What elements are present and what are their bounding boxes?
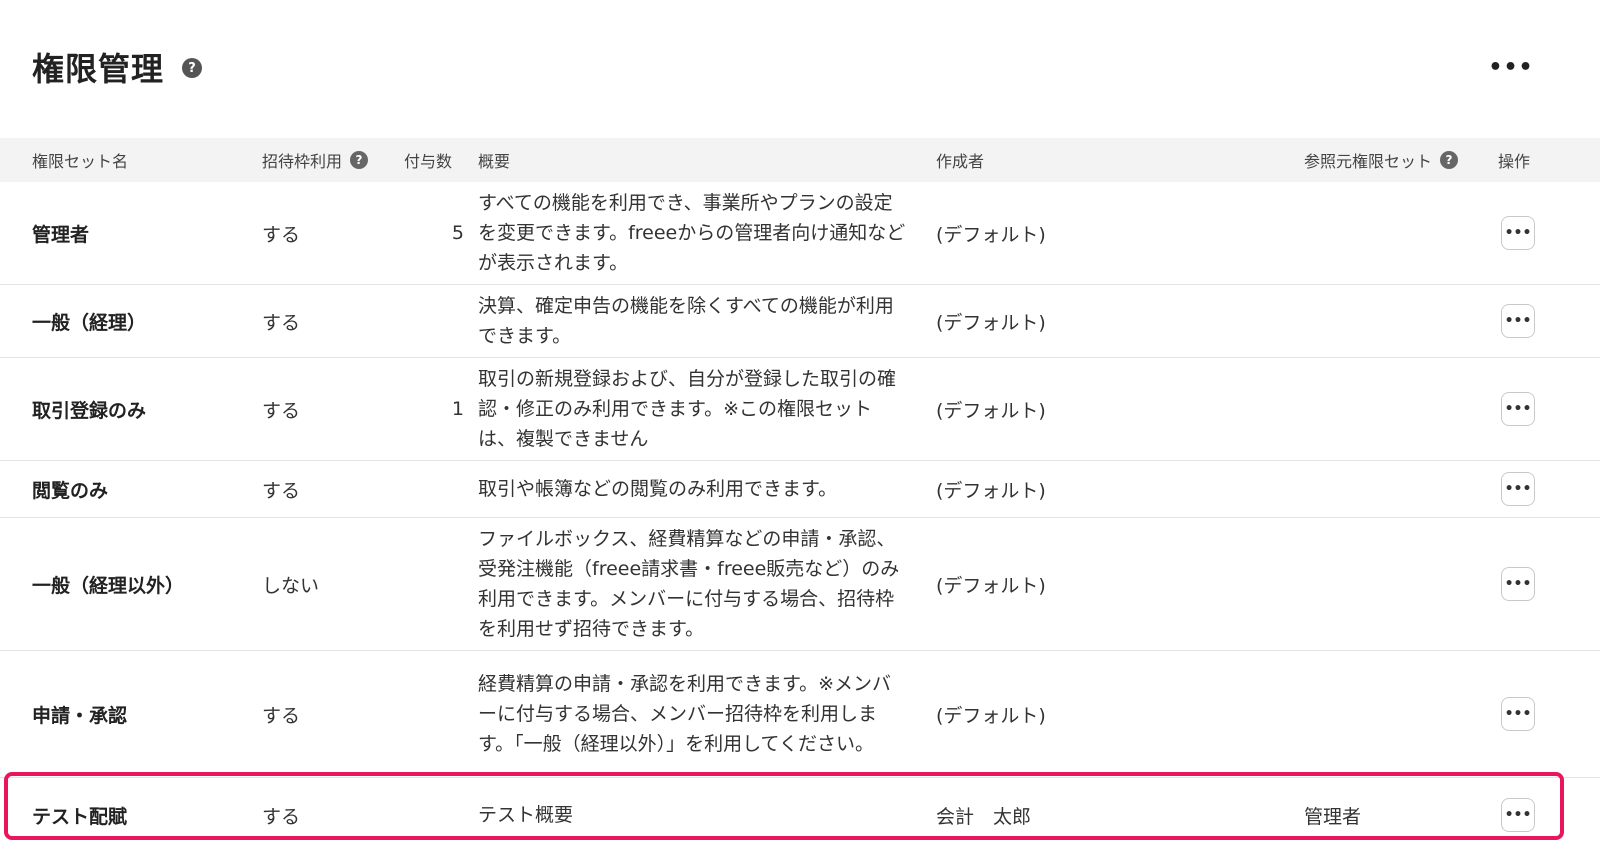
grant-count: 1 bbox=[451, 398, 464, 420]
permission-set-name: 一般（経理） bbox=[32, 311, 147, 334]
author: (デフォルト) bbox=[936, 399, 1046, 422]
grant-count bbox=[400, 461, 464, 517]
row-options-button[interactable]: ••• bbox=[1501, 798, 1535, 832]
table-row: 一般（経理） する 決算、確定申告の機能を除くすべての機能が利用できます。 (デ… bbox=[0, 285, 1600, 358]
page-header: 権限管理 ? ••• bbox=[0, 0, 1600, 140]
help-icon[interactable]: ? bbox=[182, 58, 202, 78]
invite-usage: しない bbox=[262, 574, 320, 597]
grant-count bbox=[400, 285, 464, 357]
permission-set-name: 取引登録のみ bbox=[32, 399, 147, 422]
row-options-button[interactable]: ••• bbox=[1501, 392, 1535, 426]
row-options-button[interactable]: ••• bbox=[1501, 697, 1535, 731]
table-header: 権限セット名 招待枠利用 ? 付与数 概要 作成者 参照元権限セット ? 操作 bbox=[0, 138, 1600, 182]
author: (デフォルト) bbox=[936, 574, 1046, 597]
description: テスト概要 bbox=[478, 804, 574, 826]
operation-cell: ••• bbox=[1500, 778, 1536, 852]
table-row: 申請・承認 する 経費精算の申請・承認を利用できます。※メンバーに付与する場合、… bbox=[0, 651, 1600, 778]
author: 会計 太郎 bbox=[936, 805, 1032, 828]
column-header-reference-label: 参照元権限セット bbox=[1304, 152, 1433, 171]
description: 取引の新規登録および、自分が登録した取引の確認・修正のみ利用できます。※この権限… bbox=[478, 368, 897, 450]
invite-usage: する bbox=[262, 311, 301, 334]
description: 決算、確定申告の機能を除くすべての機能が利用できます。 bbox=[478, 295, 894, 347]
grant-count bbox=[400, 651, 464, 777]
permission-set-name: 閲覧のみ bbox=[32, 479, 109, 502]
invite-usage: する bbox=[262, 479, 301, 502]
invite-usage: する bbox=[262, 399, 301, 422]
permission-set-table: 権限セット名 招待枠利用 ? 付与数 概要 作成者 参照元権限セット ? 操作 … bbox=[0, 138, 1600, 852]
column-header-invite: 招待枠利用 ? bbox=[262, 138, 369, 182]
permission-set-name: 申請・承認 bbox=[32, 704, 128, 727]
operation-cell: ••• bbox=[1500, 182, 1536, 284]
permission-set-name: 管理者 bbox=[32, 223, 90, 246]
table-row: 一般（経理以外） しない ファイルボックス、経費精算などの申請・承認、受発注機能… bbox=[0, 518, 1600, 651]
invite-usage: する bbox=[262, 805, 301, 828]
page-title: 権限管理 bbox=[32, 50, 165, 88]
permission-set-name: テスト配賦 bbox=[32, 805, 128, 828]
table-row-highlighted: テスト配賦 する テスト概要 会計 太郎 管理者 ••• bbox=[0, 778, 1600, 852]
description: すべての機能を利用でき、事業所やプランの設定を変更できます。freeeからの管理… bbox=[478, 192, 906, 274]
reference-help-icon[interactable]: ? bbox=[1440, 151, 1459, 169]
permission-management-page: 権限管理 ? ••• 権限セット名 招待枠利用 ? 付与数 概要 作成者 参照元… bbox=[0, 0, 1600, 865]
row-options-button[interactable]: ••• bbox=[1501, 472, 1535, 506]
table-row: 取引登録のみ する 1 取引の新規登録および、自分が登録した取引の確認・修正のみ… bbox=[0, 358, 1600, 461]
grant-count: 5 bbox=[451, 222, 464, 244]
description: ファイルボックス、経費精算などの申請・承認、受発注機能（freee請求書・fre… bbox=[478, 528, 900, 640]
description: 取引や帳簿などの閲覧のみ利用できます。 bbox=[478, 478, 838, 500]
operation-cell: ••• bbox=[1500, 285, 1536, 357]
operation-cell: ••• bbox=[1500, 358, 1536, 460]
table-row: 閲覧のみ する 取引や帳簿などの閲覧のみ利用できます。 (デフォルト) ••• bbox=[0, 461, 1600, 518]
operation-cell: ••• bbox=[1500, 461, 1536, 517]
row-options-button[interactable]: ••• bbox=[1501, 216, 1535, 250]
invite-usage: する bbox=[262, 223, 301, 246]
operation-cell: ••• bbox=[1500, 518, 1536, 650]
grant-count bbox=[400, 518, 464, 650]
author: (デフォルト) bbox=[936, 311, 1046, 334]
author: (デフォルト) bbox=[936, 704, 1046, 727]
author: (デフォルト) bbox=[936, 223, 1046, 246]
column-header-invite-label: 招待枠利用 bbox=[262, 152, 343, 171]
column-header-author: 作成者 bbox=[936, 152, 985, 171]
reference-set: 管理者 bbox=[1304, 805, 1362, 828]
invite-usage: する bbox=[262, 704, 301, 727]
column-header-count: 付与数 bbox=[404, 152, 453, 171]
row-options-button[interactable]: ••• bbox=[1501, 567, 1535, 601]
row-options-button[interactable]: ••• bbox=[1501, 304, 1535, 338]
author: (デフォルト) bbox=[936, 479, 1046, 502]
permission-set-name: 一般（経理以外） bbox=[32, 574, 185, 597]
more-options-icon[interactable]: ••• bbox=[1488, 54, 1532, 80]
column-header-reference: 参照元権限セット ? bbox=[1304, 138, 1459, 182]
grant-count bbox=[400, 778, 464, 852]
operation-cell: ••• bbox=[1500, 651, 1536, 777]
column-header-description: 概要 bbox=[478, 152, 511, 171]
description: 経費精算の申請・承認を利用できます。※メンバーに付与する場合、メンバー招待枠を利… bbox=[478, 673, 892, 755]
column-header-name: 権限セット名 bbox=[32, 152, 129, 171]
table-row: 管理者 する 5 すべての機能を利用でき、事業所やプランの設定を変更できます。f… bbox=[0, 182, 1600, 285]
column-header-operation: 操作 bbox=[1498, 152, 1531, 171]
invite-help-icon[interactable]: ? bbox=[350, 151, 369, 169]
